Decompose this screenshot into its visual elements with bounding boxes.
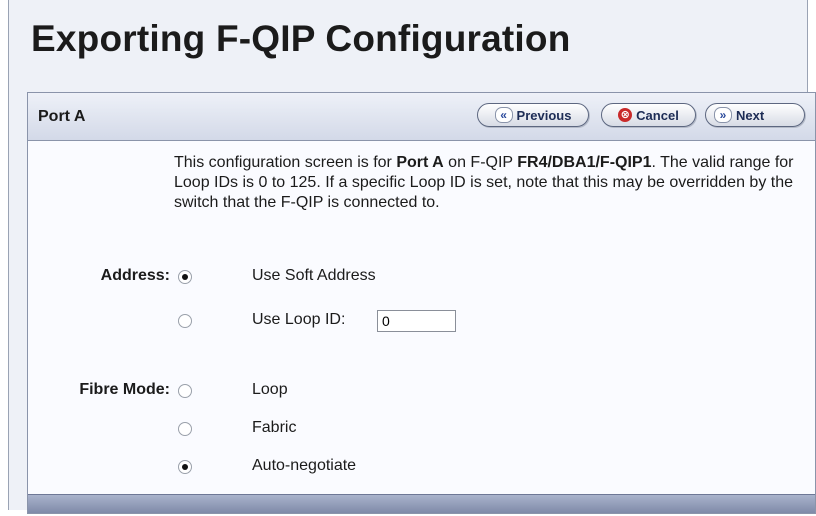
cancel-icon: ⊗ xyxy=(618,108,633,122)
description-part: This configuration screen is for xyxy=(174,154,397,171)
radio-use-soft-address[interactable] xyxy=(178,270,192,284)
page-title: Exporting F-QIP Configuration xyxy=(31,18,571,59)
option-use-loop-id: Use Loop ID: xyxy=(252,311,346,328)
previous-button[interactable]: « Previous xyxy=(477,103,589,127)
option-use-soft-address: Use Soft Address xyxy=(252,267,376,284)
radio-use-loop-id[interactable] xyxy=(178,314,192,328)
double-chevron-left-icon: « xyxy=(494,107,513,123)
option-loop: Loop xyxy=(252,381,288,398)
radio-fabric[interactable] xyxy=(178,422,192,436)
cancel-button[interactable]: ⊗ Cancel xyxy=(601,103,696,127)
config-panel: Port A « Previous ⊗ Cancel » Next This c… xyxy=(27,92,816,514)
previous-button-label: Previous xyxy=(516,107,572,123)
footer-bar xyxy=(28,494,815,513)
fibre-mode-label: Fibre Mode: xyxy=(79,381,170,398)
loop-id-input[interactable] xyxy=(377,310,456,332)
description-port: Port A xyxy=(396,154,444,171)
double-chevron-right-icon: » xyxy=(714,107,732,123)
radio-loop[interactable] xyxy=(178,384,192,398)
next-button[interactable]: » Next xyxy=(705,103,805,127)
window-frame: Exporting F-QIP Configuration Port A « P… xyxy=(8,0,816,514)
description-device: FR4/DBA1/F-QIP1 xyxy=(517,154,652,171)
address-label: Address: xyxy=(100,267,170,284)
port-label: Port A xyxy=(38,108,86,125)
option-fabric: Fabric xyxy=(252,419,297,436)
radio-auto-negotiate[interactable] xyxy=(178,460,192,474)
next-button-label: Next xyxy=(736,107,765,123)
panel-body: This configuration screen is for Port A … xyxy=(28,141,815,513)
description-text: This configuration screen is for Port A … xyxy=(174,153,794,213)
panel-header: Port A « Previous ⊗ Cancel » Next xyxy=(28,93,815,141)
description-part: on F-QIP xyxy=(443,154,518,171)
option-auto-negotiate: Auto-negotiate xyxy=(252,457,357,474)
cancel-button-label: Cancel xyxy=(636,107,679,123)
